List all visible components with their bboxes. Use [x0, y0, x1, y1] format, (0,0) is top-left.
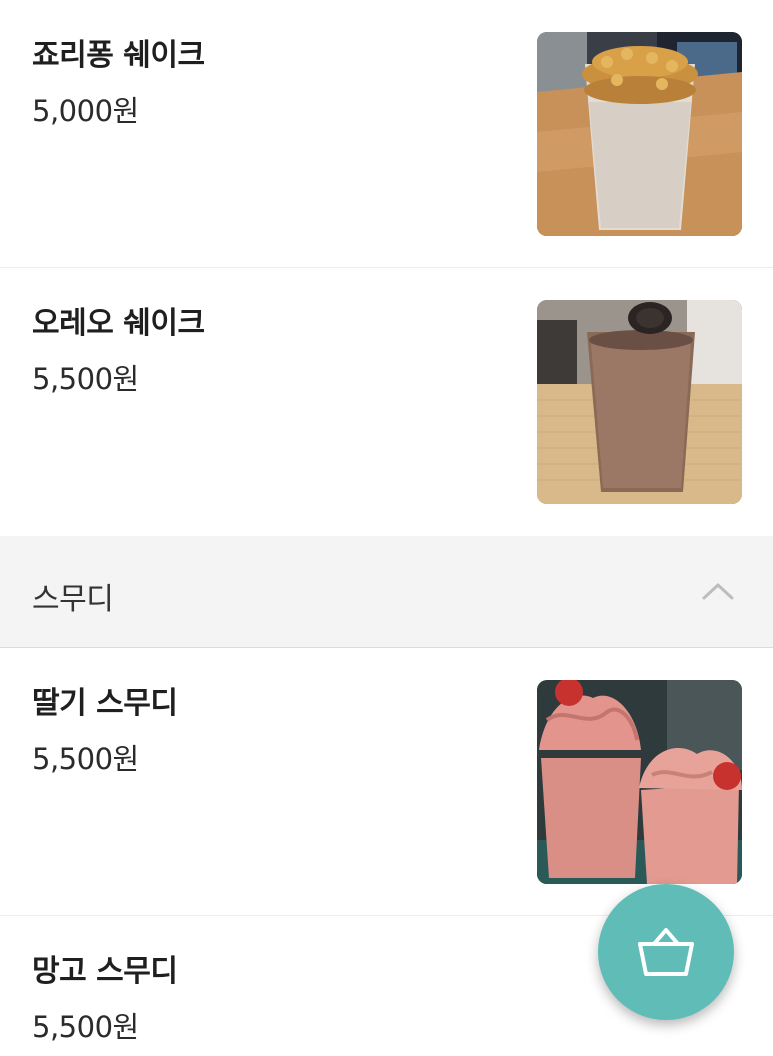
chevron-up-icon[interactable] [700, 576, 736, 606]
menu-item-strawberry-smoothie[interactable]: 딸기 스무디 5,500원 [0, 648, 773, 916]
category-label: 스무디 [32, 582, 114, 617]
category-header-smoothie[interactable]: 스무디 [0, 536, 773, 648]
basket-icon [638, 928, 694, 976]
menu-screen: 죠리퐁 쉐이크 5,000원 오레오 쉐이크 5,500원 스무디 딸기 스무디… [0, 0, 773, 1056]
menu-item-photo [537, 680, 742, 884]
menu-item-name: 오레오 쉐이크 [32, 306, 205, 341]
menu-item-jolipong-shake[interactable]: 죠리퐁 쉐이크 5,000원 [0, 0, 773, 268]
menu-item-name: 죠리퐁 쉐이크 [32, 38, 205, 73]
menu-item-price: 5,000원 [32, 94, 139, 128]
cart-button[interactable] [598, 884, 734, 1020]
menu-item-price: 5,500원 [32, 1010, 139, 1044]
menu-item-photo [537, 300, 742, 504]
menu-item-name: 딸기 스무디 [32, 686, 178, 721]
menu-item-price: 5,500원 [32, 742, 139, 776]
menu-item-photo [537, 32, 742, 236]
menu-item-price: 5,500원 [32, 362, 139, 396]
menu-item-name: 망고 스무디 [32, 954, 178, 989]
menu-item-oreo-shake[interactable]: 오레오 쉐이크 5,500원 [0, 268, 773, 536]
